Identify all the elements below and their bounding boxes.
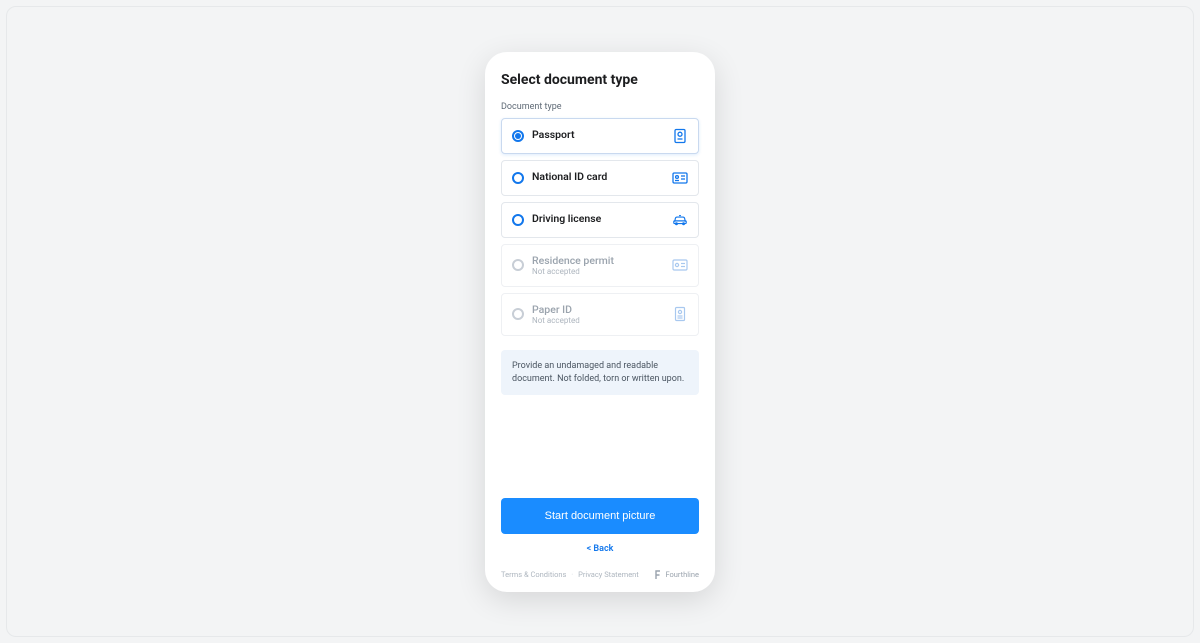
option-paper-id: Paper ID Not accepted [501, 293, 699, 336]
start-document-picture-button[interactable]: Start document picture [501, 498, 699, 534]
radio-icon [512, 308, 524, 320]
option-residence-permit: Residence permit Not accepted [501, 244, 699, 287]
radio-icon [512, 172, 524, 184]
option-passport[interactable]: Passport [501, 118, 699, 154]
option-label: Paper ID [532, 304, 664, 316]
car-icon [672, 213, 688, 227]
info-message: Provide an undamaged and readable docume… [501, 350, 699, 395]
separator: · [571, 570, 573, 579]
brand-label: Fourthline [665, 570, 699, 579]
radio-icon [512, 130, 524, 142]
passport-icon [672, 129, 688, 143]
brand: Fourthline [654, 570, 699, 580]
section-label: Document type [501, 102, 699, 112]
footer: Terms & Conditions · Privacy Statement F… [501, 570, 699, 580]
option-text: National ID card [532, 171, 664, 183]
option-text: Residence permit Not accepted [532, 255, 664, 276]
option-driving-license[interactable]: Driving license [501, 202, 699, 238]
option-label: Driving license [532, 213, 664, 225]
option-text: Passport [532, 129, 664, 141]
option-sublabel: Not accepted [532, 316, 664, 325]
page-title: Select document type [501, 72, 699, 88]
id-card-icon [672, 171, 688, 185]
option-text: Driving license [532, 213, 664, 225]
radio-icon [512, 214, 524, 226]
radio-icon [512, 259, 524, 271]
brand-icon [654, 570, 662, 580]
paper-icon [672, 307, 688, 321]
permit-icon [672, 258, 688, 272]
option-national-id[interactable]: National ID card [501, 160, 699, 196]
option-text: Paper ID Not accepted [532, 304, 664, 325]
back-link[interactable]: < Back [501, 544, 699, 554]
option-sublabel: Not accepted [532, 267, 664, 276]
document-type-screen: Select document type Document type Passp… [485, 52, 715, 592]
option-label: Passport [532, 129, 664, 141]
document-type-option-list: Passport National ID card [501, 118, 699, 337]
option-label: Residence permit [532, 255, 664, 267]
option-label: National ID card [532, 171, 664, 183]
terms-link[interactable]: Terms & Conditions [501, 570, 566, 579]
privacy-link[interactable]: Privacy Statement [578, 570, 639, 579]
